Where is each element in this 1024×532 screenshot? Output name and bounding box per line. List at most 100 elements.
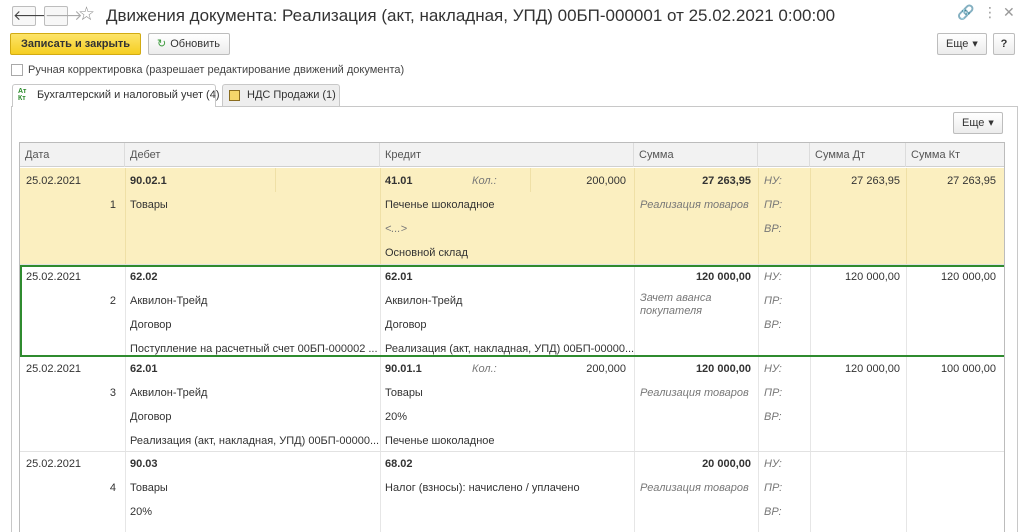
table-row[interactable]: 25.02.2021 4 90.03 Товары 20% 68.02 Нало… <box>20 452 1004 532</box>
credit-subconto: Договор <box>385 319 427 331</box>
credit-quantity: 200,000 <box>586 175 626 187</box>
debit-account: 90.03 <box>130 458 158 470</box>
quantity-label: Кол.: <box>472 175 497 187</box>
credit-quantity: 200,000 <box>586 363 626 375</box>
quantity-label: Кол.: <box>472 363 497 375</box>
manual-adjust-checkbox[interactable] <box>11 64 23 76</box>
credit-account: 62.01 <box>385 271 413 283</box>
credit-account: 68.02 <box>385 458 413 470</box>
more-button[interactable]: Еще ▼ <box>937 33 987 55</box>
tab-vat-sales[interactable]: НДС Продажи (1) <box>222 84 340 106</box>
credit-subconto: Печенье шоколадное <box>385 435 495 447</box>
manual-adjust-label: Ручная корректировка (разрешает редактир… <box>28 64 405 76</box>
col-type <box>758 143 810 167</box>
link-icon[interactable]: 🔗 <box>957 5 974 21</box>
table-row[interactable]: 25.02.2021 3 62.01 Аквилон-Трейд Договор… <box>20 357 1004 452</box>
debit-subconto: 20% <box>130 506 153 518</box>
nu-label: НУ: <box>764 175 782 187</box>
favorite-star-icon[interactable]: ☆ <box>78 3 95 25</box>
debit-subconto: Товары <box>130 482 168 494</box>
col-sum-dt[interactable]: Сумма Дт <box>810 143 906 167</box>
row-number: 1 <box>109 199 116 211</box>
debit-subconto: Аквилон-Трейд <box>130 387 208 399</box>
save-and-close-button[interactable]: Записать и закрыть <box>10 33 141 55</box>
col-sum-kt[interactable]: Сумма Кт <box>906 143 1004 167</box>
tab-vat-sales-label: НДС Продажи (1) <box>247 89 336 101</box>
table-more-button[interactable]: Еще ▼ <box>953 112 1003 134</box>
forward-arrow-icon[interactable]: 🡒 <box>44 6 83 26</box>
debit-account: 62.01 <box>130 363 158 375</box>
row-date: 25.02.2021 <box>26 175 82 187</box>
more-menu-icon[interactable]: ⋮ <box>983 5 997 21</box>
row-sum-dt: 27 263,95 <box>851 175 900 187</box>
debit-subconto: Товары <box>130 199 168 211</box>
row-number: 2 <box>109 295 116 307</box>
nu-label: НУ: <box>764 271 782 283</box>
close-icon[interactable]: ✕ <box>1003 5 1015 21</box>
credit-subconto: Реализация (акт, накладная, УПД) 00БП-00… <box>385 343 635 355</box>
col-credit[interactable]: Кредит <box>380 143 634 167</box>
title-bar: 🡐 🡒 ☆ Движения документа: Реализация (ак… <box>0 0 1024 30</box>
credit-subconto: <...> <box>385 223 408 235</box>
postings-table[interactable]: Дата Дебет Кредит Сумма Сумма Дт Сумма К… <box>19 142 1005 532</box>
debit-subconto: Реализация (акт, накладная, УПД) 00БП-00… <box>130 435 380 447</box>
row-content: Реализация товаров <box>640 482 749 494</box>
back-arrow-icon[interactable]: 🡐 <box>12 6 51 26</box>
row-number: 3 <box>109 387 116 399</box>
debit-account: 62.02 <box>130 271 158 283</box>
debit-account: 90.02.1 <box>130 175 167 187</box>
nu-label: НУ: <box>764 458 782 470</box>
credit-subconto: Товары <box>385 387 423 399</box>
row-sum: 27 263,95 <box>702 175 751 187</box>
credit-subconto: 20% <box>385 411 408 423</box>
col-sum[interactable]: Сумма <box>634 143 758 167</box>
debit-subconto: Договор <box>130 411 172 423</box>
refresh-icon: ↻ <box>157 37 167 50</box>
table-row[interactable]: 25.02.2021 1 90.02.1 Товары 41.01 Кол.: … <box>20 168 1004 265</box>
row-date: 25.02.2021 <box>26 363 82 375</box>
table-more-label: Еще <box>962 117 985 129</box>
vr-label: ВР: <box>764 506 782 518</box>
help-button[interactable]: ? <box>993 33 1015 55</box>
row-sum-kt: 120 000,00 <box>940 271 996 283</box>
row-content: Зачет аванса покупателя <box>640 292 712 317</box>
pr-label: ПР: <box>764 387 783 399</box>
credit-subconto: Налог (взносы): начислено / уплачено <box>385 482 580 494</box>
table-header: Дата Дебет Кредит Сумма Сумма Дт Сумма К… <box>20 143 1004 167</box>
nu-label: НУ: <box>764 363 782 375</box>
credit-account: 90.01.1 <box>385 363 422 375</box>
refresh-label: Обновить <box>170 38 221 50</box>
table-row-selected[interactable]: 25.02.2021 2 62.02 Аквилон-Трейд Договор… <box>20 265 1004 357</box>
row-content: Реализация товаров <box>640 387 749 399</box>
row-sum-dt: 120 000,00 <box>844 363 900 375</box>
tab-accounting-label: Бухгалтерский и налоговый учет (4) <box>37 89 220 101</box>
chevron-down-icon: ▼ <box>988 119 994 128</box>
row-date: 25.02.2021 <box>26 458 82 470</box>
row-sum: 120 000,00 <box>695 363 751 375</box>
row-number: 4 <box>109 482 116 494</box>
vr-label: ВР: <box>764 319 782 331</box>
row-sum-kt: 100 000,00 <box>940 363 996 375</box>
credit-subconto: Печенье шоколадное <box>385 199 495 211</box>
credit-subconto: Аквилон-Трейд <box>385 295 463 307</box>
row-date: 25.02.2021 <box>26 271 82 283</box>
col-date[interactable]: Дата <box>20 143 125 167</box>
credit-subconto: Основной склад <box>385 247 468 259</box>
vr-label: ВР: <box>764 223 782 235</box>
row-sum: 120 000,00 <box>695 271 751 283</box>
tab-accounting[interactable]: Ат Кт Бухгалтерский и налоговый учет (4) <box>12 84 220 107</box>
col-debit[interactable]: Дебет <box>125 143 380 167</box>
pr-label: ПР: <box>764 199 783 211</box>
window-title: Движения документа: Реализация (акт, нак… <box>106 6 836 25</box>
chevron-down-icon: ▼ <box>972 40 978 49</box>
dt-kt-icon: Ат Кт <box>18 88 27 102</box>
refresh-button[interactable]: ↻ Обновить <box>148 33 230 55</box>
more-label: Еще <box>946 38 969 50</box>
row-sum: 20 000,00 <box>702 458 751 470</box>
pr-label: ПР: <box>764 295 783 307</box>
debit-subconto: Аквилон-Трейд <box>130 295 208 307</box>
credit-account: 41.01 <box>385 175 413 187</box>
row-content: Реализация товаров <box>640 199 749 211</box>
row-sum-dt: 120 000,00 <box>844 271 900 283</box>
debit-subconto: Поступление на расчетный счет 00БП-00000… <box>130 343 378 355</box>
